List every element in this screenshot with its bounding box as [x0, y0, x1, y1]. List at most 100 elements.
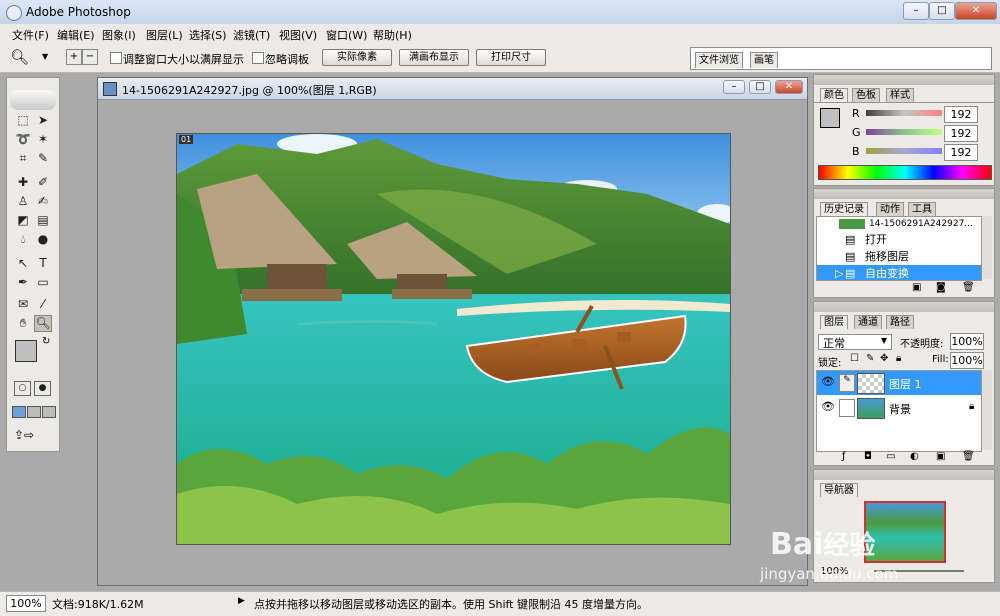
- slice-tool-icon[interactable]: ✎: [34, 150, 52, 167]
- layer-row-selected[interactable]: 👁︎ ✎ 图层 1: [817, 371, 981, 395]
- shape-tool-icon[interactable]: ▭: [34, 274, 52, 291]
- zoom-tool-icon[interactable]: 🔍︎: [10, 48, 29, 66]
- tab-layers[interactable]: 图层: [820, 315, 848, 329]
- jump-to-imageready-icon[interactable]: ⇪⇨: [14, 428, 34, 442]
- opacity-input[interactable]: 100%: [950, 333, 984, 350]
- navigator-preview[interactable]: [864, 501, 946, 563]
- quickmask-mode-icon[interactable]: ●: [34, 381, 51, 396]
- notes-tool-icon[interactable]: ✉: [14, 296, 32, 313]
- gradient-tool-icon[interactable]: ▤: [34, 212, 52, 229]
- history-brush-icon[interactable]: ✍: [34, 193, 52, 210]
- ignore-palettes-checkbox[interactable]: [252, 52, 264, 64]
- doc-close-button[interactable]: ✕: [775, 80, 803, 94]
- r-value-input[interactable]: 192: [944, 106, 978, 123]
- blur-tool-icon[interactable]: 💧︎: [14, 231, 32, 248]
- screen-mode-full-menu-icon[interactable]: [27, 406, 41, 418]
- print-size-button[interactable]: 打印尺寸: [476, 49, 546, 66]
- hand-tool-icon[interactable]: ✋︎: [14, 315, 32, 332]
- menu-edit[interactable]: 编辑(E): [57, 27, 95, 43]
- minimize-button[interactable]: –: [903, 2, 929, 20]
- link-box[interactable]: [839, 399, 855, 417]
- tab-navigator[interactable]: 导航器: [820, 483, 858, 497]
- r-slider[interactable]: [866, 110, 942, 116]
- tab-file-browser[interactable]: 文件浏览: [695, 52, 743, 68]
- tab-color[interactable]: 颜色: [820, 88, 848, 102]
- tab-swatches[interactable]: 色板: [852, 88, 880, 102]
- lock-image-icon[interactable]: ✎: [866, 353, 874, 364]
- menu-view[interactable]: 视图(V): [279, 27, 317, 43]
- canvas-image[interactable]: 01: [176, 133, 731, 545]
- brush-link-icon[interactable]: ✎: [839, 374, 855, 392]
- layers-scrollbar[interactable]: [982, 370, 992, 450]
- history-scrollbar[interactable]: [982, 216, 992, 279]
- lock-transparency-icon[interactable]: ☐: [850, 353, 859, 364]
- zoom-in-icon[interactable]: +: [66, 49, 82, 65]
- menu-window[interactable]: 窗口(W): [326, 27, 367, 43]
- visibility-eye-icon[interactable]: 👁︎: [821, 400, 835, 413]
- close-button[interactable]: ✕: [955, 2, 997, 20]
- menu-help[interactable]: 帮助(H): [373, 27, 412, 43]
- chevron-down-icon[interactable]: ▼: [42, 52, 48, 61]
- dodge-tool-icon[interactable]: ●: [34, 231, 52, 248]
- move-tool-icon[interactable]: ➤: [34, 112, 52, 129]
- zoom-tool-icon[interactable]: 🔍︎: [34, 315, 52, 332]
- color-ramp[interactable]: [818, 165, 992, 180]
- history-item[interactable]: ▤ 拖移图层: [817, 248, 981, 265]
- g-value-input[interactable]: 192: [944, 125, 978, 142]
- tab-tool-presets[interactable]: 工具: [908, 202, 936, 216]
- brush-tool-icon[interactable]: ✐: [34, 174, 52, 191]
- trash-icon[interactable]: 🗑︎: [962, 282, 975, 293]
- magic-wand-icon[interactable]: ✶: [34, 131, 52, 148]
- history-item-selected[interactable]: ▷ ▤ 自由变换: [817, 265, 981, 280]
- pen-tool-icon[interactable]: ✒: [14, 274, 32, 291]
- lock-all-icon[interactable]: 🔒︎: [896, 353, 901, 364]
- tab-brushes[interactable]: 画笔: [750, 52, 778, 68]
- tab-paths[interactable]: 路径: [886, 315, 914, 329]
- menu-select[interactable]: 选择(S): [189, 27, 227, 43]
- doc-size-info[interactable]: 文档:918K/1.62M: [52, 596, 144, 612]
- color-fg-swatch[interactable]: [820, 108, 840, 128]
- resize-window-checkbox[interactable]: [110, 52, 122, 64]
- doc-maximize-button[interactable]: □: [749, 80, 771, 94]
- layer-row[interactable]: 👁︎ 背景 🔒︎: [817, 396, 981, 420]
- type-tool-icon[interactable]: T: [34, 255, 52, 272]
- swap-colors-icon[interactable]: ↻: [42, 336, 50, 347]
- zoom-field[interactable]: 100%: [6, 595, 46, 612]
- layer-mask-icon[interactable]: ◘: [864, 451, 872, 462]
- clone-stamp-icon[interactable]: ♙: [14, 193, 32, 210]
- maximize-button[interactable]: □: [929, 2, 955, 20]
- visibility-eye-icon[interactable]: 👁︎: [821, 375, 835, 388]
- g-slider[interactable]: [866, 129, 942, 135]
- eraser-tool-icon[interactable]: ◩: [14, 212, 32, 229]
- path-select-icon[interactable]: ↖: [14, 255, 32, 272]
- new-set-icon[interactable]: ▭: [886, 451, 895, 462]
- zoom-out-icon[interactable]: −: [82, 49, 98, 65]
- history-item[interactable]: ▤ 打开: [817, 231, 981, 248]
- tab-styles[interactable]: 样式: [886, 88, 914, 102]
- standard-mode-icon[interactable]: ○: [14, 381, 31, 396]
- actual-pixels-button[interactable]: 实际像素: [322, 49, 392, 66]
- fit-on-screen-button[interactable]: 满画布显示: [399, 49, 469, 66]
- new-layer-icon[interactable]: ▣: [936, 451, 945, 462]
- adjustment-layer-icon[interactable]: ◐: [910, 451, 919, 462]
- fill-input[interactable]: 100%: [950, 352, 984, 369]
- blend-mode-select[interactable]: 正常 ▼: [818, 334, 892, 350]
- snapshot-camera-icon[interactable]: ◙: [936, 282, 946, 293]
- tab-history[interactable]: 历史记录: [820, 202, 868, 216]
- menu-layer[interactable]: 图层(L): [146, 27, 183, 43]
- menu-image[interactable]: 图象(I): [102, 27, 136, 43]
- foreground-color-swatch[interactable]: [15, 340, 37, 362]
- healing-brush-icon[interactable]: ✚: [14, 174, 32, 191]
- doc-minimize-button[interactable]: –: [723, 80, 745, 94]
- marquee-tool-icon[interactable]: ⬚: [14, 112, 32, 129]
- lock-position-icon[interactable]: ✥: [880, 353, 888, 364]
- crop-tool-icon[interactable]: ⌗: [14, 150, 32, 167]
- screen-mode-standard-icon[interactable]: [12, 406, 26, 418]
- new-doc-icon[interactable]: ▣: [912, 282, 921, 293]
- lasso-tool-icon[interactable]: ➰: [14, 131, 32, 148]
- tab-actions[interactable]: 动作: [876, 202, 904, 216]
- b-slider[interactable]: [866, 148, 942, 154]
- menu-file[interactable]: 文件(F): [12, 27, 49, 43]
- tab-channels[interactable]: 通道: [854, 315, 882, 329]
- status-arrow-icon[interactable]: ▶: [238, 596, 245, 606]
